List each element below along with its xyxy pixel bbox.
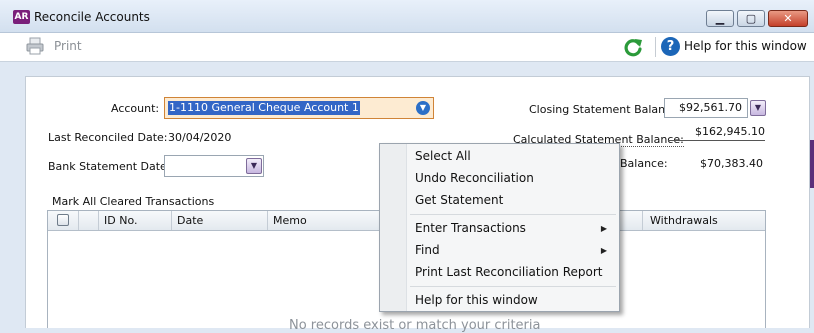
window-title: Reconcile Accounts [34,10,150,24]
menu-gutter [380,144,407,311]
refresh-icon[interactable] [622,36,644,58]
help-for-window-button[interactable]: Help for this window [684,39,807,53]
menu-separator [410,214,616,215]
empty-message: No records exist or match your criteria [289,318,541,333]
close-button[interactable]: ✕ [768,10,808,27]
account-label: Account: [111,102,160,115]
dropdown-icon[interactable]: ▼ [416,101,430,115]
toolbar-separator [655,37,656,57]
maximize-icon: ▢ [745,12,757,25]
calculated-balance-value: $162,945.10 [668,125,765,141]
printer-icon[interactable] [25,36,45,56]
submenu-arrow-icon: ▶ [600,224,607,233]
last-reconciled-value: 30/04/2020 [168,131,232,144]
minimize-icon: ▁ [715,12,725,25]
menu-separator [410,286,616,287]
minimize-button[interactable]: ▁ [706,10,734,27]
close-icon: ✕ [783,12,793,25]
menu-item-select-all[interactable]: Select All [415,149,471,163]
menu-item-enter-transactions[interactable]: Enter Transactions [415,221,526,235]
print-button[interactable]: Print [54,39,82,53]
window-edge-accent [810,140,814,188]
closing-balance-field[interactable]: $92,561.70 [664,98,748,118]
menu-item-undo-reconciliation[interactable]: Undo Reconciliation [415,171,534,185]
account-value: 1-1110 General Cheque Account 1 [168,101,360,115]
toolbar: Print ? Help for this window [0,33,814,62]
account-select[interactable]: 1-1110 General Cheque Account 1 ▼ [164,97,434,119]
menu-item-print-last-reconciliation-report[interactable]: Print Last Reconciliation Report [415,265,603,279]
menu-item-get-statement[interactable]: Get Statement [415,193,503,207]
submenu-arrow-icon: ▶ [600,246,607,255]
out-of-balance-label: Balance: [620,157,668,170]
blank-column [79,211,99,230]
closing-balance-label: Closing Statement Balance: [529,103,682,116]
title-bar: AR Reconcile Accounts ▁ ▢ ✕ [0,0,814,33]
last-reconciled-label: Last Reconciled Date: [48,131,168,144]
select-all-column [48,211,79,230]
column-date[interactable]: Date [172,211,268,230]
column-withdrawals[interactable]: Withdrawals [645,211,765,230]
table-caption: Mark All Cleared Transactions [52,195,215,208]
app-logo-icon: AR [13,10,30,24]
calendar-dropdown-icon[interactable]: ▼ [246,158,262,174]
select-all-checkbox[interactable] [57,214,69,226]
column-id[interactable]: ID No. [99,211,172,230]
help-icon[interactable]: ? [661,37,680,56]
menu-item-find[interactable]: Find [415,243,440,257]
out-of-balance-value: $70,383.40 [700,157,763,170]
maximize-button[interactable]: ▢ [737,10,765,27]
closing-balance-dropdown-icon[interactable]: ▼ [750,100,766,116]
menu-item-help[interactable]: Help for this window [415,293,538,307]
closing-balance-value: $92,561.70 [679,101,742,114]
context-menu: Select All Undo Reconciliation Get State… [379,143,620,312]
bank-statement-date-label: Bank Statement Date: [48,160,171,173]
